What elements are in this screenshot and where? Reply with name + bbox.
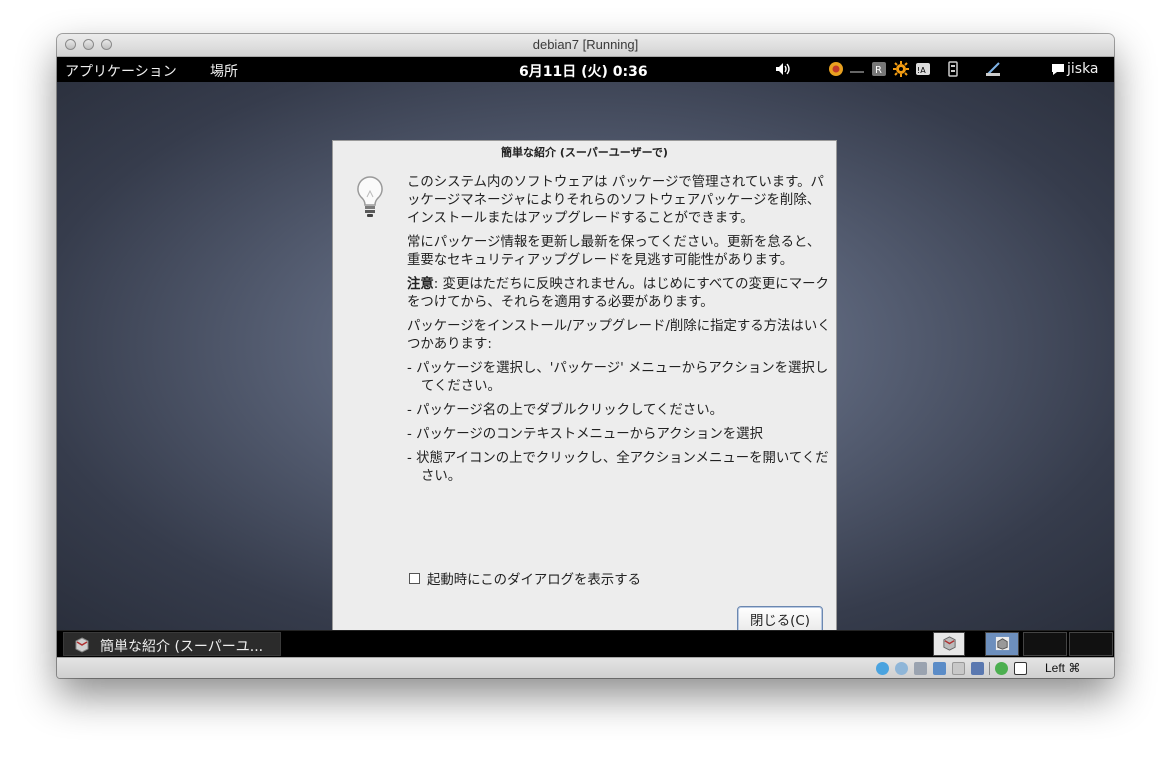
workspace-1[interactable] (933, 632, 965, 656)
show-on-startup-label[interactable]: 起動時にこのダイアログを表示する (427, 568, 641, 588)
panel-clock[interactable]: 6月11日 (火) 0:36 (519, 61, 648, 81)
show-on-startup-row[interactable]: 起動時にこのダイアログを表示する (409, 568, 641, 588)
note-text: : 変更はただちに反映されません。はじめにすべての変更にマークをつけてから、それ… (407, 277, 829, 310)
network-icon[interactable] (985, 61, 1001, 77)
dialog-body: このシステム内のソフトウェアは パッケージで管理されています。パッケージマネージ… (407, 174, 832, 492)
workspace-4[interactable] (1069, 632, 1113, 656)
intro-paragraph-1: このシステム内のソフトウェアは パッケージで管理されています。パッケージマネージ… (407, 175, 824, 226)
taskbar-item-label: 簡単な紹介 (スーパーユ... (100, 639, 264, 655)
intro-paragraph-2: 常にパッケージ情報を更新し最新を保ってください。更新を怠ると、重要なセキュリティ… (407, 235, 821, 268)
method-item: - パッケージのコンテキストメニューからアクションを選択 (407, 427, 763, 442)
network-adapter-icon[interactable] (933, 662, 946, 675)
tray-separator (850, 71, 864, 73)
user-menu[interactable]: jiska (1067, 61, 1099, 77)
optical-drive-icon[interactable] (895, 662, 908, 675)
workspace-window-icon (943, 636, 956, 651)
usb-icon[interactable] (914, 662, 927, 675)
window-title: debian7 [Running] (532, 37, 639, 52)
chat-icon[interactable] (1050, 61, 1066, 77)
statusbar-separator (989, 662, 990, 675)
shared-folders-icon[interactable] (952, 662, 965, 675)
applications-menu[interactable]: アプリケーション (65, 61, 177, 81)
note-label: 注意 (407, 277, 434, 292)
keyboard-capture-icon[interactable] (1014, 662, 1027, 675)
host-key-label: Left ⌘ (1045, 661, 1081, 675)
workspace-window-icon (995, 636, 1010, 651)
show-on-startup-checkbox[interactable] (409, 572, 420, 584)
input-method-icon[interactable] (828, 61, 844, 77)
window-titlebar[interactable]: debian7 [Running] (57, 34, 1114, 57)
svg-text:R: R (875, 65, 882, 76)
methods-intro: パッケージをインストール/アップグレード/削除に指定する方法はいくつかあります: (407, 319, 831, 352)
battery-icon[interactable] (945, 61, 961, 77)
dialog-title: 簡単な紹介 (スーパーユーザーで) (501, 146, 668, 159)
keyboard-layout-icon[interactable]: !A (915, 61, 931, 77)
volume-icon[interactable] (775, 61, 791, 77)
lightbulb-icon (357, 176, 383, 217)
mouse-integration-icon[interactable] (995, 662, 1008, 675)
method-item: - パッケージ名の上でダブルクリックしてください。 (407, 403, 723, 418)
synaptic-icon (75, 637, 89, 653)
bottom-taskbar: 簡単な紹介 (スーパーユ... (57, 630, 1114, 658)
places-menu[interactable]: 場所 (210, 61, 238, 81)
vm-statusbar: Left ⌘ (57, 657, 1114, 678)
hard-disk-icon[interactable] (876, 662, 889, 675)
method-item: - パッケージを選択し、'パッケージ' メニューからアクションを選択してください… (407, 361, 829, 394)
taskbar-item-intro-dialog[interactable]: 簡単な紹介 (スーパーユ... (63, 632, 281, 656)
desktop-background: 簡単な紹介 (スーパーユーザーで) このシステム内のソフトウェアは パッケージで… (57, 82, 1114, 650)
svg-text:!A: !A (917, 66, 926, 75)
workspace-3[interactable] (1023, 632, 1067, 656)
gnome-top-panel: アプリケーション 場所 6月11日 (火) 0:36 R !A jiska (57, 57, 1114, 82)
note-paragraph: 注意: 変更はただちに反映されません。はじめにすべての変更にマークをつけてから、… (407, 276, 832, 312)
workspace-2[interactable] (985, 632, 1019, 656)
r-tray-icon[interactable]: R (871, 61, 887, 77)
virtualbox-window: debian7 [Running] アプリケーション 場所 6月11日 (火) … (57, 34, 1114, 678)
display-icon[interactable] (971, 662, 984, 675)
update-notifier-icon[interactable] (893, 61, 909, 77)
intro-dialog: 簡単な紹介 (スーパーユーザーで) このシステム内のソフトウェアは パッケージで… (332, 140, 837, 650)
method-item: - 状態アイコンの上でクリックし、全アクションメニューを開いてください。 (407, 451, 829, 484)
